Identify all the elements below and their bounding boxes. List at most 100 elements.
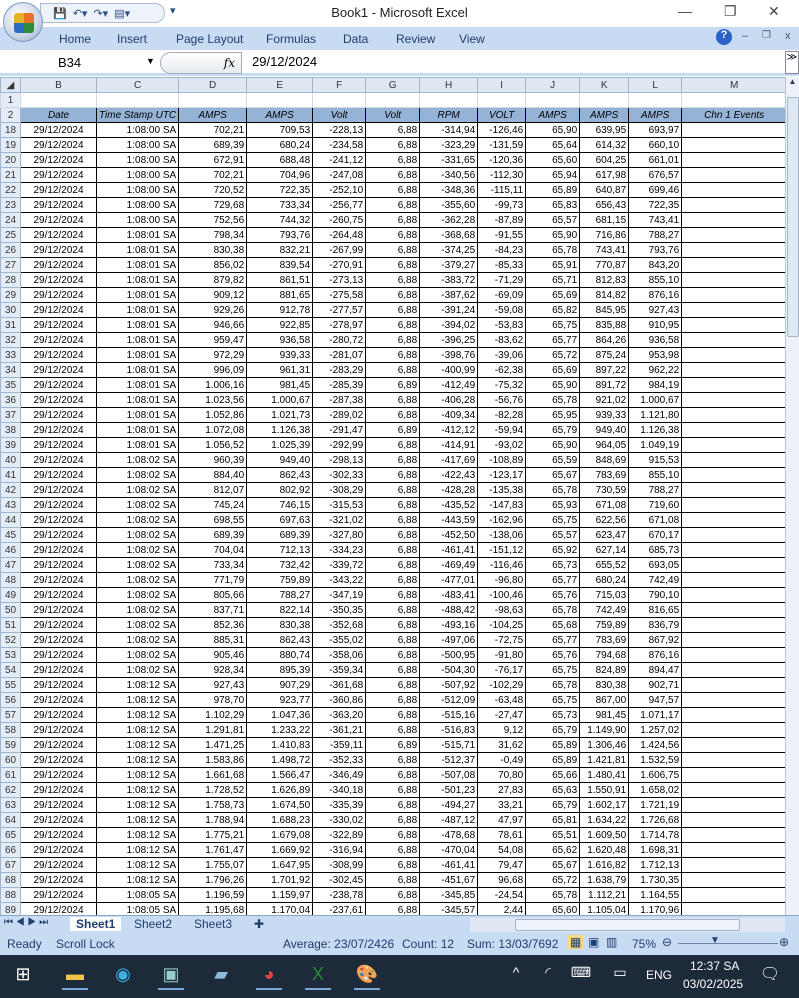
sheet-tab-sheet2[interactable]: Sheet2 bbox=[134, 917, 172, 931]
header-cell[interactable]: AMPS bbox=[628, 107, 683, 123]
cell[interactable]: -116,46 bbox=[477, 557, 527, 573]
cell[interactable]: 1:08:00 SA bbox=[95, 122, 180, 138]
cell[interactable]: 864,26 bbox=[579, 332, 630, 348]
cell[interactable]: 6,88 bbox=[365, 692, 421, 708]
cell[interactable]: -340,56 bbox=[419, 167, 479, 183]
cell[interactable] bbox=[681, 407, 788, 423]
cell[interactable]: 6,88 bbox=[365, 557, 421, 573]
cell[interactable]: -147,83 bbox=[477, 497, 527, 513]
column-header[interactable]: J bbox=[525, 77, 581, 93]
cell[interactable] bbox=[681, 812, 788, 828]
workbook-restore-icon[interactable]: ❐ bbox=[762, 30, 771, 41]
tab-view[interactable]: View bbox=[459, 32, 485, 46]
cell[interactable]: 698,55 bbox=[178, 512, 248, 528]
cell[interactable]: 29/12/2024 bbox=[20, 197, 97, 213]
cell[interactable]: 1:08:12 SA bbox=[95, 737, 180, 753]
cell[interactable]: 716,86 bbox=[579, 227, 630, 243]
cell[interactable]: 65,76 bbox=[525, 647, 581, 663]
cell[interactable]: 927,43 bbox=[178, 677, 248, 693]
tab-data[interactable]: Data bbox=[343, 32, 368, 46]
row-header[interactable]: 41 bbox=[0, 467, 21, 483]
cell[interactable]: -335,39 bbox=[312, 797, 367, 813]
row-header[interactable]: 47 bbox=[0, 557, 21, 573]
cell[interactable]: 655,52 bbox=[579, 557, 630, 573]
cell[interactable]: 1.712,13 bbox=[628, 857, 683, 873]
cell[interactable]: 29/12/2024 bbox=[20, 482, 97, 498]
cell[interactable]: 927,43 bbox=[628, 302, 683, 318]
cell[interactable]: 6,88 bbox=[365, 722, 421, 738]
cell[interactable]: 1.679,08 bbox=[246, 827, 314, 843]
cell[interactable]: 29/12/2024 bbox=[20, 602, 97, 618]
cell[interactable]: 830,38 bbox=[579, 677, 630, 693]
cell[interactable]: 65,66 bbox=[525, 767, 581, 783]
row-header[interactable]: 31 bbox=[0, 317, 21, 333]
cell[interactable]: 1.658,02 bbox=[628, 782, 683, 798]
page-layout-view-icon[interactable]: ▣ bbox=[588, 935, 599, 949]
column-header[interactable]: L bbox=[628, 77, 683, 93]
cell[interactable]: 862,43 bbox=[246, 632, 314, 648]
cell[interactable]: 1.688,23 bbox=[246, 812, 314, 828]
cell[interactable]: 1.112,21 bbox=[579, 887, 630, 903]
cell[interactable]: 680,24 bbox=[246, 137, 314, 153]
cell[interactable]: 814,82 bbox=[579, 287, 630, 303]
column-header[interactable]: I bbox=[477, 77, 527, 93]
row-header[interactable]: 26 bbox=[0, 242, 21, 258]
cell[interactable]: -347,19 bbox=[312, 587, 367, 603]
cell[interactable]: 65,78 bbox=[525, 242, 581, 258]
cell[interactable]: -278,97 bbox=[312, 317, 367, 333]
cell[interactable]: -355,02 bbox=[312, 632, 367, 648]
cell[interactable]: 1.609,50 bbox=[579, 827, 630, 843]
cell[interactable]: 1.730,35 bbox=[628, 872, 683, 888]
cell[interactable]: -260,75 bbox=[312, 212, 367, 228]
cell[interactable]: 910,95 bbox=[628, 317, 683, 333]
cell[interactable]: 65,78 bbox=[525, 887, 581, 903]
row-header[interactable]: 1 bbox=[0, 92, 21, 108]
cell[interactable]: 881,65 bbox=[246, 287, 314, 303]
cell[interactable]: 6,88 bbox=[365, 857, 421, 873]
cell[interactable]: 981,45 bbox=[246, 377, 314, 393]
row-header[interactable]: 46 bbox=[0, 542, 21, 558]
cell[interactable]: -298,13 bbox=[312, 452, 367, 468]
sheet-tab-sheet1[interactable]: Sheet1 bbox=[70, 917, 122, 931]
cell[interactable] bbox=[681, 152, 788, 168]
cell[interactable]: 1:08:12 SA bbox=[95, 767, 180, 783]
cell[interactable]: -330,02 bbox=[312, 812, 367, 828]
cell[interactable] bbox=[681, 392, 788, 408]
cell[interactable]: 65,69 bbox=[525, 287, 581, 303]
cell[interactable]: 65,90 bbox=[525, 227, 581, 243]
cell[interactable]: 816,65 bbox=[628, 602, 683, 618]
cell[interactable]: 1.072,08 bbox=[178, 422, 248, 438]
cell[interactable]: -99,73 bbox=[477, 197, 527, 213]
cell[interactable]: -422,43 bbox=[419, 467, 479, 483]
cell[interactable]: 1:08:01 SA bbox=[95, 287, 180, 303]
cell[interactable]: 1.056,52 bbox=[178, 437, 248, 453]
zoom-in-icon[interactable]: ⊕ bbox=[779, 935, 789, 949]
cell[interactable]: 660,10 bbox=[628, 137, 683, 153]
cell[interactable]: -267,99 bbox=[312, 242, 367, 258]
cell[interactable]: -63,48 bbox=[477, 692, 527, 708]
cell[interactable] bbox=[681, 797, 788, 813]
row-header[interactable]: 51 bbox=[0, 617, 21, 633]
cell[interactable] bbox=[365, 92, 421, 108]
cell[interactable]: 65,76 bbox=[525, 587, 581, 603]
cell[interactable]: 1:08:01 SA bbox=[95, 407, 180, 423]
cell[interactable]: 6,88 bbox=[365, 752, 421, 768]
cell[interactable]: 745,24 bbox=[178, 497, 248, 513]
cell[interactable]: 939,33 bbox=[579, 407, 630, 423]
workbook-minimize-icon[interactable]: – bbox=[742, 30, 748, 42]
language-indicator[interactable]: ENG bbox=[646, 968, 672, 982]
clock-date[interactable]: 03/02/2025 bbox=[683, 977, 743, 991]
cell[interactable]: -91,80 bbox=[477, 647, 527, 663]
cell[interactable] bbox=[681, 647, 788, 663]
cell[interactable]: -355,60 bbox=[419, 197, 479, 213]
cell[interactable]: 1.532,59 bbox=[628, 752, 683, 768]
cell[interactable]: 6,88 bbox=[365, 632, 421, 648]
cell[interactable]: 1.121,80 bbox=[628, 407, 683, 423]
cell[interactable]: 65,51 bbox=[525, 827, 581, 843]
cell[interactable]: 1.669,92 bbox=[246, 842, 314, 858]
cell[interactable]: 1.606,75 bbox=[628, 767, 683, 783]
tab-insert[interactable]: Insert bbox=[117, 32, 147, 46]
cell[interactable] bbox=[681, 872, 788, 888]
cell[interactable]: -417,69 bbox=[419, 452, 479, 468]
cell[interactable]: 29/12/2024 bbox=[20, 137, 97, 153]
